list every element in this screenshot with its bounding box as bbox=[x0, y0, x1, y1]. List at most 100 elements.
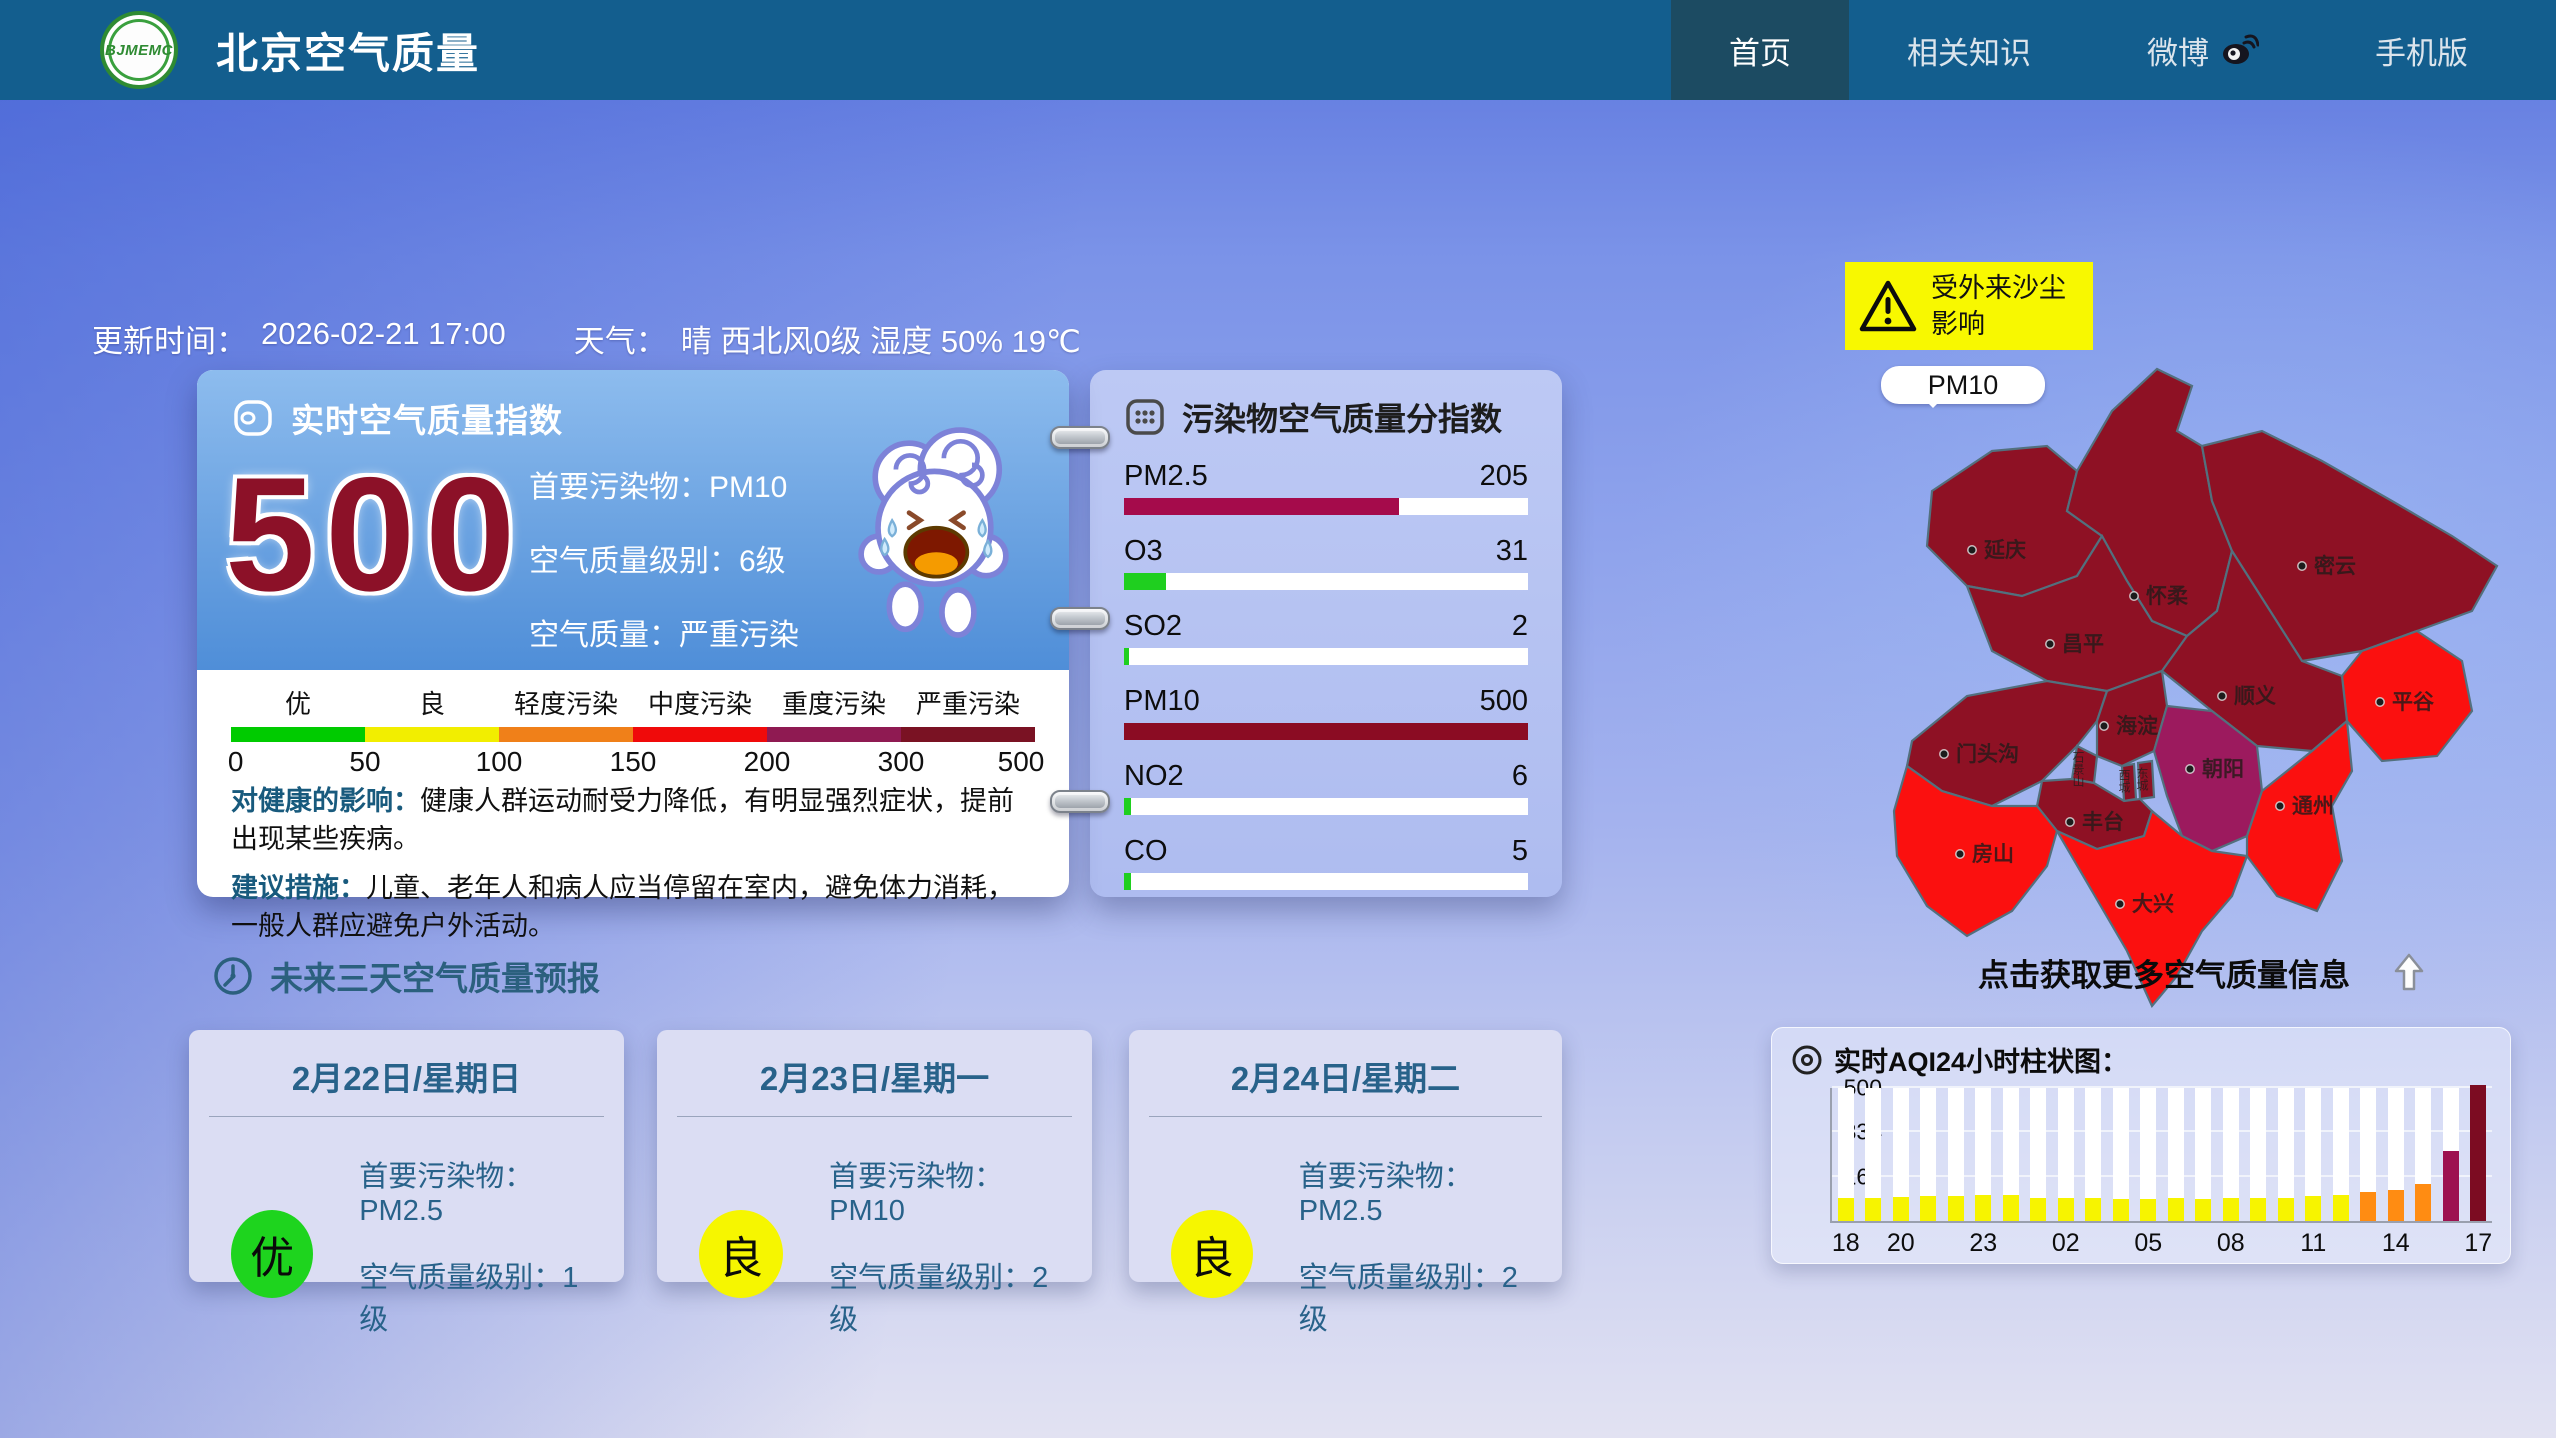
spacer bbox=[520, 316, 560, 361]
bar-fill bbox=[2195, 1199, 2211, 1221]
district-marker-changping bbox=[2046, 640, 2054, 648]
pollutant-bar-track bbox=[1124, 723, 1528, 740]
scale-tick: 0 bbox=[228, 746, 244, 778]
pollutant-name: O3 bbox=[1124, 535, 1163, 568]
bar-fill bbox=[2140, 1199, 2156, 1221]
nav-item-label: 手机版 bbox=[2375, 28, 2468, 73]
bar-fill bbox=[2250, 1198, 2266, 1221]
chart-icon bbox=[1790, 1043, 1824, 1077]
pollutant-bar-fill bbox=[1124, 798, 1131, 815]
bar-slot-02 bbox=[2052, 1088, 2080, 1221]
bar-track bbox=[2140, 1088, 2156, 1221]
bar-slot-21 bbox=[1915, 1088, 1943, 1221]
pollutant-bar-fill bbox=[1124, 648, 1129, 665]
pollutant-row-NO2: NO26 bbox=[1124, 760, 1528, 815]
pollutant-value: 205 bbox=[1480, 460, 1528, 493]
pollutant-name: PM10 bbox=[1124, 685, 1200, 718]
pollutant-subindex-card: 污染物空气质量分指数 PM2.5205O331SO22PM10500NO26CO… bbox=[1090, 370, 1562, 897]
district-label-fangshan: 房山 bbox=[1972, 842, 2014, 866]
nav-item-1[interactable]: 相关知识 bbox=[1849, 0, 2089, 100]
bar-track bbox=[2415, 1088, 2431, 1221]
pollutant-card-header: 污染物空气质量分指数 bbox=[1124, 394, 1528, 440]
district-marker-pinggu bbox=[2376, 698, 2384, 706]
bar-slot-15 bbox=[2410, 1088, 2438, 1221]
gauge-icon bbox=[231, 396, 275, 440]
pollutant-row-PM2.5: PM2.5 205 bbox=[1124, 460, 1528, 515]
pollutant-row-PM10: PM10 500 bbox=[1124, 685, 1528, 740]
pollutant-bar-track bbox=[1124, 798, 1528, 815]
scale-label: 中度污染 bbox=[633, 684, 767, 721]
district-yanqing[interactable] bbox=[1927, 446, 2102, 596]
pollutant-rows: PM2.5205O331SO22PM10500NO26CO5 bbox=[1124, 460, 1528, 890]
pollutant-bar-fill bbox=[1124, 498, 1399, 515]
bar-slot-14 bbox=[2382, 1088, 2410, 1221]
bar-slot-23 bbox=[1970, 1088, 1998, 1221]
health-impact-text: 对健康的影响：健康人群运动耐受力降低，有明显强烈症状，提前出现某些疾病。 bbox=[231, 782, 1035, 859]
bar-fill bbox=[2113, 1199, 2129, 1221]
beijing-district-map[interactable]: 延庆怀柔密云平谷昌平顺义门头沟海淀石景山西城东城朝阳丰台房山大兴通州 bbox=[1872, 345, 2522, 1017]
scale-segment bbox=[901, 727, 1035, 742]
chart-title: 实时AQI24小时柱状图： bbox=[1834, 1040, 2128, 1079]
pollutant-value: 5 bbox=[1512, 835, 1528, 868]
x-axis-tick: 17 bbox=[2464, 1229, 2492, 1258]
grid-icon bbox=[1124, 396, 1166, 438]
bar-fill bbox=[1865, 1198, 1881, 1221]
weibo-icon bbox=[2221, 33, 2259, 67]
bar-fill bbox=[2058, 1198, 2074, 1221]
bar-slot-00 bbox=[1997, 1088, 2025, 1221]
nav-item-label: 相关知识 bbox=[1907, 28, 2031, 73]
aqi-scale-labels: 优良轻度污染中度污染重度污染严重污染 bbox=[231, 684, 1035, 721]
nav-item-label: 首页 bbox=[1729, 28, 1791, 73]
bar-fill bbox=[2388, 1190, 2404, 1221]
aqi-level-badge: 良 bbox=[699, 1210, 783, 1298]
aqi-level-badge: 良 bbox=[1171, 1210, 1253, 1298]
x-axis-tick: 23 bbox=[1969, 1229, 1997, 1258]
district-label-mentougou: 门头沟 bbox=[1956, 742, 2019, 766]
nav-item-2[interactable]: 微博 bbox=[2089, 0, 2317, 100]
logo-text: BJMEMC bbox=[105, 42, 173, 59]
bar-slot-20 bbox=[1887, 1088, 1915, 1221]
aqi-info-line-2: 空气质量：严重污染 bbox=[529, 610, 799, 654]
nav-item-3[interactable]: 手机版 bbox=[2317, 0, 2526, 100]
sandstorm-warning-banner: 受外来沙尘 影响 bbox=[1845, 262, 2093, 350]
pollutant-value: 500 bbox=[1480, 685, 1528, 718]
scale-label: 轻度污染 bbox=[499, 684, 633, 721]
scale-label: 重度污染 bbox=[767, 684, 901, 721]
aqi-card-title: 实时空气质量指数 bbox=[291, 394, 563, 442]
bar-slot-11 bbox=[2300, 1088, 2328, 1221]
x-axis-tick: 02 bbox=[2052, 1229, 2080, 1258]
forecast-pollutant: 首要污染物：PM2.5 bbox=[359, 1153, 600, 1228]
district-label-shijingshan: 石景山 bbox=[2071, 751, 2085, 787]
bar-track bbox=[2223, 1088, 2239, 1221]
aqi-info-line-0: 首要污染物：PM10 bbox=[529, 462, 799, 506]
aqi-scale-bar bbox=[231, 727, 1035, 742]
bar-slot-19 bbox=[1860, 1088, 1888, 1221]
nav-item-label: 微博 bbox=[2147, 28, 2209, 73]
district-label-yanqing: 延庆 bbox=[1983, 538, 2026, 562]
aqi-info-line-1: 空气质量级别：6级 bbox=[529, 536, 799, 580]
status-bar: 更新时间： 2026-02-21 17:00 天气： 晴 西北风0级 湿度 50… bbox=[92, 316, 1081, 361]
nav-item-0[interactable]: 首页 bbox=[1671, 0, 1849, 100]
bar-track bbox=[2085, 1088, 2101, 1221]
bar-track bbox=[2113, 1088, 2129, 1221]
district-marker-chaoyang bbox=[2186, 765, 2194, 773]
pollutant-value: 31 bbox=[1496, 535, 1528, 568]
bar-fill bbox=[1838, 1198, 1854, 1221]
crying-cloud-mascot bbox=[847, 422, 1035, 658]
clip-pin bbox=[1050, 426, 1110, 449]
bar-track bbox=[2443, 1088, 2459, 1221]
bar-slot-05 bbox=[2135, 1088, 2163, 1221]
district-marker-miyun bbox=[2298, 562, 2306, 570]
pollutant-name: PM2.5 bbox=[1124, 460, 1208, 493]
scale-tick: 300 bbox=[878, 746, 925, 778]
pollutant-bar-fill bbox=[1124, 723, 1528, 740]
district-label-xicheng: 西城 bbox=[2117, 769, 2131, 794]
pollutant-row-CO: CO5 bbox=[1124, 835, 1528, 890]
district-label-haidian: 海淀 bbox=[2116, 714, 2159, 738]
pollutant-row-O3: O3 31 bbox=[1124, 535, 1528, 590]
bar-track bbox=[2058, 1088, 2074, 1221]
clip-pin bbox=[1050, 607, 1110, 630]
bar-track bbox=[2030, 1088, 2046, 1221]
more-info-link[interactable]: 点击获取更多空气质量信息 bbox=[1978, 950, 2426, 995]
scale-tick: 100 bbox=[476, 746, 523, 778]
